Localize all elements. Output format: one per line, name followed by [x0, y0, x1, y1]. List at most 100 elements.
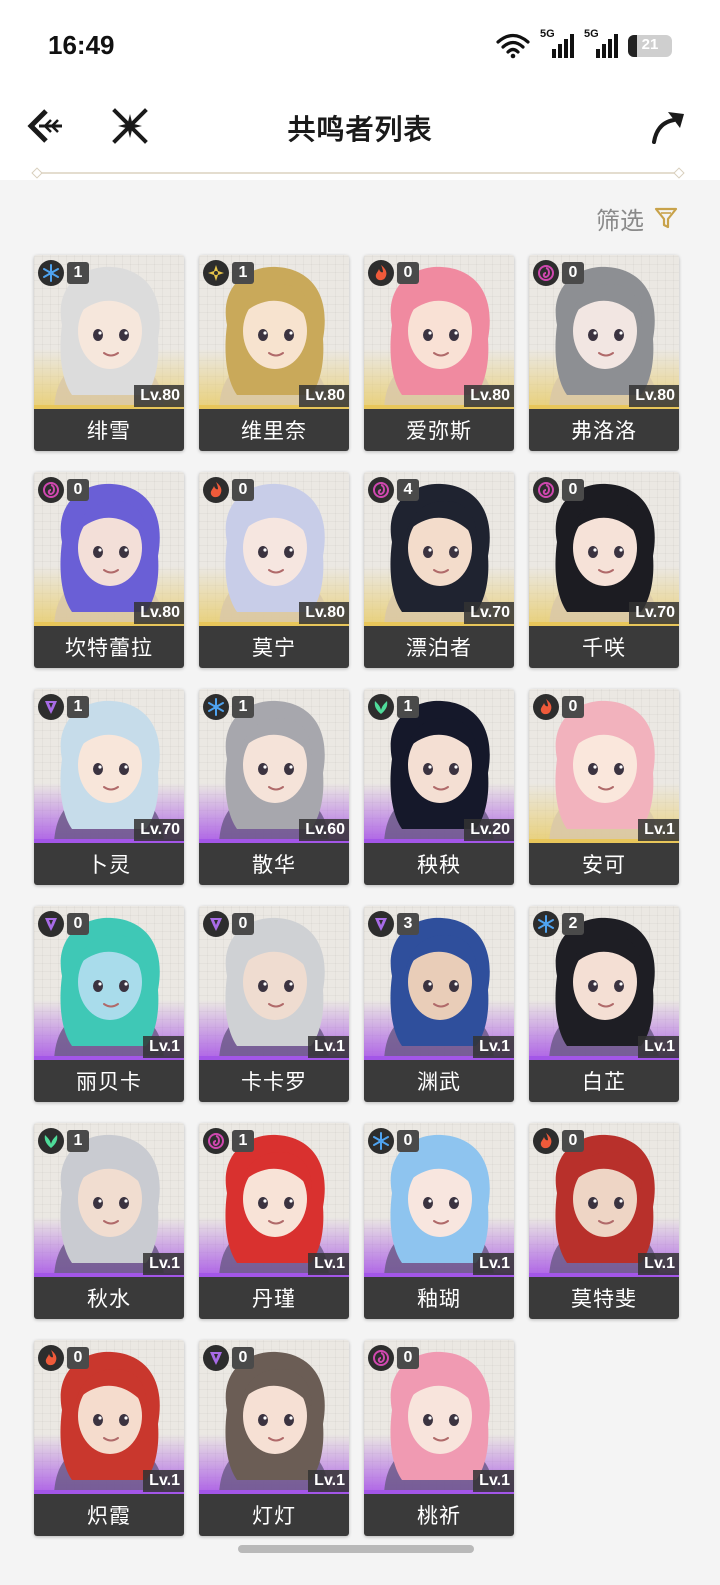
- glacio-element-icon: [203, 694, 229, 720]
- character-card[interactable]: 1 Lv.60 散华: [199, 689, 349, 885]
- status-bar: 16:49 5G 5G 21: [0, 0, 720, 90]
- fusion-element-icon: [38, 1345, 64, 1371]
- share-arrow-icon: [652, 112, 684, 144]
- level-tag: Lv.80: [299, 385, 349, 407]
- havoc-element-icon: [533, 477, 559, 503]
- havoc-element-icon: [368, 1345, 394, 1371]
- electro-element-icon: [203, 1345, 229, 1371]
- character-card[interactable]: 1 Lv.20 秧秧: [364, 689, 514, 885]
- fusion-element-icon: [533, 694, 559, 720]
- header-divider: [36, 172, 680, 174]
- home-indicator[interactable]: [238, 1545, 474, 1553]
- resonance-chain-badge: 0: [67, 479, 89, 501]
- status-time: 16:49: [48, 30, 115, 60]
- resonance-chain-badge: 1: [232, 696, 254, 718]
- resonance-chain-badge: 0: [232, 913, 254, 935]
- character-card[interactable]: 3 Lv.1 渊武: [364, 906, 514, 1102]
- signal-5g-icon: 5G: [540, 28, 574, 60]
- character-card[interactable]: 4 Lv.70 漂泊者: [364, 472, 514, 668]
- character-card[interactable]: 0 Lv.70 千咲: [529, 472, 679, 668]
- character-name: 千咲: [529, 626, 679, 668]
- character-card[interactable]: 1 Lv.1 秋水: [34, 1123, 184, 1319]
- character-card[interactable]: 1 Lv.70 卜灵: [34, 689, 184, 885]
- resonance-chain-badge: 1: [67, 262, 89, 284]
- character-name: 绯雪: [34, 409, 184, 451]
- character-name: 秋水: [34, 1277, 184, 1319]
- level-tag: Lv.1: [308, 1253, 349, 1275]
- status-icons: 5G 5G 21: [496, 28, 672, 62]
- character-card[interactable]: 1 Lv.80 维里奈: [199, 255, 349, 451]
- resonance-chain-badge: 0: [232, 479, 254, 501]
- character-card[interactable]: 0 Lv.1 灯灯: [199, 1340, 349, 1536]
- character-card[interactable]: 0 Lv.80 坎特蕾拉: [34, 472, 184, 668]
- level-tag: Lv.1: [473, 1470, 514, 1492]
- battery-icon: 21: [628, 35, 672, 57]
- page-title: 共鸣者列表: [287, 114, 433, 145]
- resonance-chain-badge: 0: [562, 479, 584, 501]
- character-card[interactable]: 0 Lv.1 莫特斐: [529, 1123, 679, 1319]
- fusion-element-icon: [368, 260, 394, 286]
- level-tag: Lv.1: [308, 1470, 349, 1492]
- character-name: 维里奈: [199, 409, 349, 451]
- character-name: 丹瑾: [199, 1277, 349, 1319]
- level-tag: Lv.1: [143, 1470, 184, 1492]
- spectro-element-icon: [203, 260, 229, 286]
- electro-element-icon: [38, 694, 64, 720]
- character-name: 弗洛洛: [529, 409, 679, 451]
- character-name: 莫宁: [199, 626, 349, 668]
- electro-element-icon: [368, 911, 394, 937]
- resonance-chain-badge: 2: [562, 913, 584, 935]
- glacio-element-icon: [368, 1128, 394, 1154]
- filter-button[interactable]: 筛选: [596, 200, 678, 236]
- havoc-element-icon: [38, 477, 64, 503]
- resonance-chain-badge: 1: [67, 1130, 89, 1152]
- glacio-element-icon: [38, 260, 64, 286]
- character-name: 莫特斐: [529, 1277, 679, 1319]
- character-card[interactable]: 2 Lv.1 白芷: [529, 906, 679, 1102]
- character-card[interactable]: 1 Lv.80 绯雪: [34, 255, 184, 451]
- character-card[interactable]: 1 Lv.1 丹瑾: [199, 1123, 349, 1319]
- havoc-element-icon: [203, 1128, 229, 1154]
- character-name: 安可: [529, 843, 679, 885]
- level-tag: Lv.80: [134, 602, 184, 624]
- character-card[interactable]: 0 Lv.1 炽霞: [34, 1340, 184, 1536]
- character-card[interactable]: 0 Lv.1 卡卡罗: [199, 906, 349, 1102]
- share-button[interactable]: [644, 104, 692, 152]
- glacio-element-icon: [533, 911, 559, 937]
- level-tag: Lv.1: [473, 1253, 514, 1275]
- resonance-chain-badge: 0: [397, 1130, 419, 1152]
- character-card[interactable]: 0 Lv.1 桃祈: [364, 1340, 514, 1536]
- character-name: 漂泊者: [364, 626, 514, 668]
- resonance-chain-badge: 0: [562, 1130, 584, 1152]
- resonance-chain-badge: 3: [397, 913, 419, 935]
- character-name: 卜灵: [34, 843, 184, 885]
- character-name: 渊武: [364, 1060, 514, 1102]
- level-tag: Lv.1: [143, 1253, 184, 1275]
- level-tag: Lv.1: [638, 1036, 679, 1058]
- level-tag: Lv.1: [308, 1036, 349, 1058]
- character-name: 爱弥斯: [364, 409, 514, 451]
- aero-element-icon: [38, 1128, 64, 1154]
- character-card[interactable]: 0 Lv.80 莫宁: [199, 472, 349, 668]
- resonance-chain-badge: 1: [397, 696, 419, 718]
- battery-level: 21: [641, 36, 659, 53]
- character-name: 釉瑚: [364, 1277, 514, 1319]
- character-name: 炽霞: [34, 1494, 184, 1536]
- level-tag: Lv.80: [464, 385, 514, 407]
- character-card[interactable]: 0 Lv.1 安可: [529, 689, 679, 885]
- character-card[interactable]: 0 Lv.80 爱弥斯: [364, 255, 514, 451]
- resonance-chain-badge: 0: [397, 262, 419, 284]
- character-card[interactable]: 0 Lv.80 弗洛洛: [529, 255, 679, 451]
- character-card[interactable]: 0 Lv.1 釉瑚: [364, 1123, 514, 1319]
- character-card[interactable]: 0 Lv.1 丽贝卡: [34, 906, 184, 1102]
- resonance-chain-badge: 0: [562, 696, 584, 718]
- character-name: 秧秧: [364, 843, 514, 885]
- aero-element-icon: [368, 694, 394, 720]
- level-tag: Lv.1: [638, 819, 679, 841]
- resonance-chain-badge: 1: [67, 696, 89, 718]
- resonance-chain-badge: 1: [232, 1130, 254, 1152]
- level-tag: Lv.80: [299, 602, 349, 624]
- filter-label: 筛选: [596, 207, 644, 235]
- character-name: 丽贝卡: [34, 1060, 184, 1102]
- resonance-chain-badge: 4: [397, 479, 419, 501]
